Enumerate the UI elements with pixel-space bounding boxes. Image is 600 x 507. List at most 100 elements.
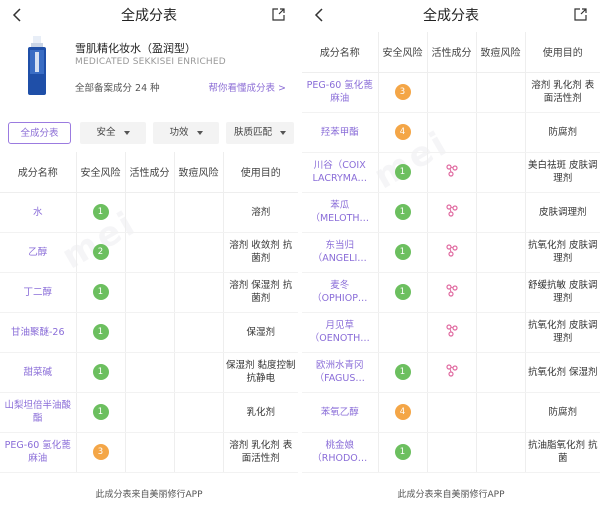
table-row[interactable]: 欧洲水青冈（FAGUS… 1 抗氧化剂 保湿剂 — [302, 352, 600, 393]
ingredient-name[interactable]: 乙醇 — [0, 232, 77, 273]
header-purpose: 使用目的 — [525, 32, 600, 73]
acne-risk-cell — [174, 432, 224, 473]
table-row[interactable]: 水 1 溶剂 — [0, 192, 298, 233]
header-safety: 安全风险 — [378, 32, 428, 73]
acne-risk-cell — [476, 152, 526, 193]
product-name: 雪肌精化妆水（盈润型） — [75, 42, 196, 55]
risk-badge: 3 — [92, 444, 109, 460]
table-row[interactable]: 月见草（OENOTH… 抗氧化剂 皮肤调理剂 — [302, 312, 600, 353]
usage-purpose: 溶剂 — [223, 192, 298, 233]
ingredient-name[interactable]: 欧洲水青冈（FAGUS… — [302, 352, 379, 393]
active-ingredient-cell — [125, 352, 175, 393]
left-screen: mei 全成分表 雪肌精化妆水（盈润型） MEDICATED SEKKISEI … — [0, 0, 298, 507]
table-row[interactable]: 甘油聚醚-26 1 保湿剂 — [0, 312, 298, 353]
safety-risk-cell: 1 — [378, 192, 428, 233]
share-icon[interactable] — [573, 7, 588, 22]
active-molecule-icon — [445, 204, 458, 217]
risk-badge: 1 — [394, 284, 411, 300]
risk-badge: 3 — [394, 84, 411, 100]
table-row[interactable]: 苯氧乙醇 4 防腐剂 — [302, 392, 600, 433]
usage-purpose: 抗氧化剂 皮肤调理剂 — [525, 312, 600, 353]
active-molecule-icon — [445, 244, 458, 257]
active-molecule-icon — [445, 164, 458, 177]
ingredient-name[interactable]: 甘油聚醚-26 — [0, 312, 77, 353]
ingredient-name[interactable]: 月见草（OENOTH… — [302, 312, 379, 353]
acne-risk-cell — [174, 312, 224, 353]
safety-risk-cell: 1 — [76, 312, 126, 353]
footer-source: 此成分表来自美丽修行APP — [302, 483, 600, 507]
table-row[interactable]: PEG-60 氢化蓖麻油 3 溶剂 乳化剂 表面活性剂 — [0, 432, 298, 473]
filter-safety-dropdown[interactable]: 安全 — [80, 122, 146, 144]
share-icon[interactable] — [271, 7, 286, 22]
risk-badge: 1 — [394, 444, 411, 460]
ingredient-name[interactable]: 苯氧乙醇 — [302, 392, 379, 433]
active-ingredient-cell — [427, 352, 477, 393]
risk-badge: 1 — [394, 364, 411, 380]
table-row[interactable]: 山梨坦倍半油酸酯 1 乳化剂 — [0, 392, 298, 433]
nav-bar: 全成分表 — [302, 0, 600, 30]
filter-effect-dropdown[interactable]: 功效 — [153, 122, 219, 144]
table-row[interactable]: 苯瓜（MELOTH… 1 皮肤调理剂 — [302, 192, 600, 233]
acne-risk-cell — [476, 392, 526, 433]
table-row[interactable]: 川谷（COIX LACRYMA… 1 美白祛斑 皮肤调理剂 — [302, 152, 600, 193]
safety-risk-cell: 2 — [76, 232, 126, 273]
filter-all-button[interactable]: 全成分表 — [8, 122, 71, 144]
ingredient-name[interactable]: 麦冬（OPHIOP… — [302, 272, 379, 313]
table-row[interactable]: 羟苯甲酯 4 防腐剂 — [302, 112, 600, 153]
ingredient-name[interactable]: 山梨坦倍半油酸酯 — [0, 392, 77, 433]
acne-risk-cell — [476, 432, 526, 473]
active-ingredient-cell — [427, 72, 477, 113]
header-acne: 致痘风险 — [476, 32, 526, 73]
header-acne: 致痘风险 — [174, 152, 224, 193]
acne-risk-cell — [174, 192, 224, 233]
acne-risk-cell — [476, 272, 526, 313]
usage-purpose: 皮肤调理剂 — [525, 192, 600, 233]
ingredient-name[interactable]: 东当归（ANGELI… — [302, 232, 379, 273]
ingredient-name[interactable]: 羟苯甲酯 — [302, 112, 379, 153]
ingredient-name[interactable]: 川谷（COIX LACRYMA… — [302, 152, 379, 193]
page-title: 全成分表 — [121, 8, 177, 24]
risk-badge: 2 — [92, 244, 109, 260]
nav-bar: 全成分表 — [0, 0, 298, 30]
risk-badge: 4 — [394, 404, 411, 420]
active-molecule-icon — [445, 284, 458, 297]
usage-purpose: 防腐剂 — [525, 392, 600, 433]
safety-risk-cell: 1 — [76, 352, 126, 393]
acne-risk-cell — [174, 232, 224, 273]
usage-purpose: 溶剂 收敛剂 抗菌剂 — [223, 232, 298, 273]
risk-badge: 1 — [394, 244, 411, 260]
active-molecule-icon — [445, 324, 458, 337]
table-row[interactable]: 桃金娘（RHODO… 1 抗油脂氧化剂 抗菌 — [302, 432, 600, 473]
safety-risk-cell — [378, 312, 428, 353]
active-ingredient-cell — [427, 152, 477, 193]
ingredient-name[interactable]: 甜菜碱 — [0, 352, 77, 393]
risk-badge: 1 — [92, 284, 109, 300]
ingredient-name[interactable]: 丁二醇 — [0, 272, 77, 313]
ingredient-name[interactable]: 水 — [0, 192, 77, 233]
ingredient-name[interactable]: 桃金娘（RHODO… — [302, 432, 379, 473]
filter-effect-label: 功效 — [169, 127, 189, 138]
ingredient-name[interactable]: 苯瓜（MELOTH… — [302, 192, 379, 233]
table-row[interactable]: 东当归（ANGELI… 1 抗氧化剂 皮肤调理剂 — [302, 232, 600, 273]
header-active: 活性成分 — [427, 32, 477, 73]
ingredient-name[interactable]: PEG-60 氢化蓖麻油 — [0, 432, 77, 473]
product-bottle-image — [28, 36, 46, 95]
safety-risk-cell: 1 — [378, 232, 428, 273]
table-row[interactable]: 乙醇 2 溶剂 收敛剂 抗菌剂 — [0, 232, 298, 273]
header-active: 活性成分 — [125, 152, 175, 193]
table-row[interactable]: 麦冬（OPHIOP… 1 舒缓抗敏 皮肤调理剂 — [302, 272, 600, 313]
table-row[interactable]: PEG-60 氢化蓖麻油 3 溶剂 乳化剂 表面活性剂 — [302, 72, 600, 113]
ingredient-name[interactable]: PEG-60 氢化蓖麻油 — [302, 72, 379, 113]
ingredient-table: 成分名称 安全风险 活性成分 致痘风险 使用目的 水 1 溶剂 乙醇 2 溶剂 收敛剂 抗… — [0, 152, 298, 473]
filter-skin-dropdown[interactable]: 肤质匹配 — [226, 122, 294, 144]
table-row[interactable]: 甜菜碱 1 保湿剂 黏度控制 抗静电 — [0, 352, 298, 393]
risk-badge: 1 — [394, 164, 411, 180]
table-row[interactable]: 丁二醇 1 溶剂 保湿剂 抗菌剂 — [0, 272, 298, 313]
active-ingredient-cell — [427, 392, 477, 433]
safety-risk-cell: 1 — [378, 152, 428, 193]
help-link[interactable]: 帮你看懂成分表 > — [209, 80, 286, 94]
usage-purpose: 防腐剂 — [525, 112, 600, 153]
active-ingredient-cell — [427, 232, 477, 273]
product-name-en: MEDICATED SEKKISEI ENRICHED — [75, 57, 226, 67]
safety-risk-cell: 1 — [378, 432, 428, 473]
